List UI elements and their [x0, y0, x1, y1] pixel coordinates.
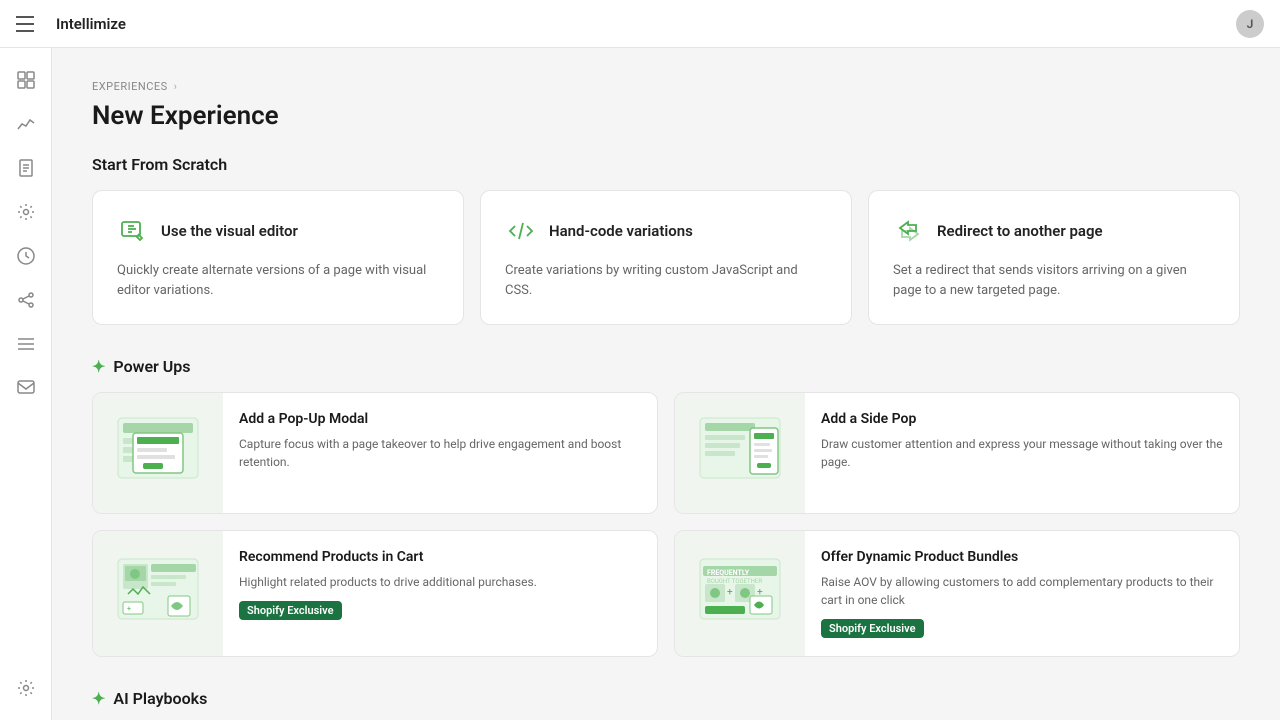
sidebar-item-settings[interactable]	[6, 668, 46, 708]
product-bundles-card[interactable]: FREQUENTLY BOUGHT TOGETHER + + Offer Dyn…	[674, 530, 1240, 657]
visual-editor-card[interactable]: Use the visual editor Quickly create alt…	[92, 190, 464, 325]
svg-text:BOUGHT TOGETHER: BOUGHT TOGETHER	[707, 578, 762, 585]
playbooks-icon: ✦	[92, 689, 105, 708]
recommend-products-title: Recommend Products in Cart	[239, 549, 537, 565]
breadcrumb: EXPERIENCES ›	[92, 80, 1240, 93]
side-pop-image	[675, 393, 805, 513]
sidebar	[0, 48, 52, 720]
side-pop-desc: Draw customer attention and express your…	[821, 435, 1223, 471]
recommend-products-badge: Shopify Exclusive	[239, 601, 342, 620]
breadcrumb-separator: ›	[174, 80, 177, 93]
popup-modal-card[interactable]: Add a Pop-Up Modal Capture focus with a …	[92, 392, 658, 514]
scratch-cards-container: Use the visual editor Quickly create alt…	[92, 190, 1240, 325]
topbar: Intellimize J	[0, 0, 1280, 48]
scratch-section-title: Start From Scratch	[92, 155, 1240, 174]
redirect-title: Redirect to another page	[937, 222, 1103, 240]
powerups-section-title: ✦ Power Ups	[92, 357, 1240, 376]
side-pop-card[interactable]: Add a Side Pop Draw customer attention a…	[674, 392, 1240, 514]
hand-code-desc: Create variations by writing custom Java…	[505, 261, 827, 300]
recommend-products-card[interactable]: + Recommend Products in Cart Highlight r…	[92, 530, 658, 657]
breadcrumb-link[interactable]: EXPERIENCES	[92, 80, 168, 93]
powerup-cards-container: Add a Pop-Up Modal Capture focus with a …	[92, 392, 1240, 657]
menu-button[interactable]	[16, 10, 44, 38]
sidebar-item-gear[interactable]	[6, 192, 46, 232]
sidebar-item-analytics[interactable]	[6, 104, 46, 144]
popup-modal-image	[93, 393, 223, 513]
visual-editor-title: Use the visual editor	[161, 222, 298, 240]
main-content: EXPERIENCES › New Experience Start From …	[52, 48, 1280, 720]
hand-code-icon	[505, 215, 537, 247]
product-bundles-image: FREQUENTLY BOUGHT TOGETHER + +	[675, 531, 805, 656]
sidebar-item-connections[interactable]	[6, 280, 46, 320]
scratch-section-label: Start From Scratch	[92, 155, 227, 174]
side-pop-title: Add a Side Pop	[821, 411, 1223, 427]
popup-modal-desc: Capture focus with a page takeover to he…	[239, 435, 641, 471]
page-title: New Experience	[92, 101, 1240, 131]
redirect-card[interactable]: Redirect to another page Set a redirect …	[868, 190, 1240, 325]
hand-code-title: Hand-code variations	[549, 222, 693, 240]
recommend-products-desc: Highlight related products to drive addi…	[239, 573, 537, 591]
recommend-products-image: +	[93, 531, 223, 656]
popup-modal-title: Add a Pop-Up Modal	[239, 411, 641, 427]
visual-editor-icon	[117, 215, 149, 247]
svg-text:+: +	[127, 605, 131, 613]
playbooks-label: AI Playbooks	[113, 689, 207, 708]
product-bundles-title: Offer Dynamic Product Bundles	[821, 549, 1223, 565]
sidebar-item-list[interactable]	[6, 324, 46, 364]
powerups-label: Power Ups	[113, 357, 190, 376]
redirect-desc: Set a redirect that sends visitors arriv…	[893, 261, 1215, 300]
sidebar-item-messages[interactable]	[6, 368, 46, 408]
sidebar-item-history[interactable]	[6, 236, 46, 276]
svg-text:FREQUENTLY: FREQUENTLY	[707, 569, 750, 577]
sidebar-item-dashboard[interactable]	[6, 60, 46, 100]
product-bundles-desc: Raise AOV by allowing customers to add c…	[821, 573, 1223, 609]
visual-editor-desc: Quickly create alternate versions of a p…	[117, 261, 439, 300]
svg-text:+: +	[727, 587, 733, 598]
sidebar-item-documents[interactable]	[6, 148, 46, 188]
avatar[interactable]: J	[1236, 10, 1264, 38]
product-bundles-badge: Shopify Exclusive	[821, 619, 924, 638]
powerups-icon: ✦	[92, 357, 105, 376]
playbooks-section-title: ✦ AI Playbooks	[92, 689, 1240, 708]
redirect-icon	[893, 215, 925, 247]
hand-code-card[interactable]: Hand-code variations Create variations b…	[480, 190, 852, 325]
app-logo: Intellimize	[56, 15, 126, 33]
